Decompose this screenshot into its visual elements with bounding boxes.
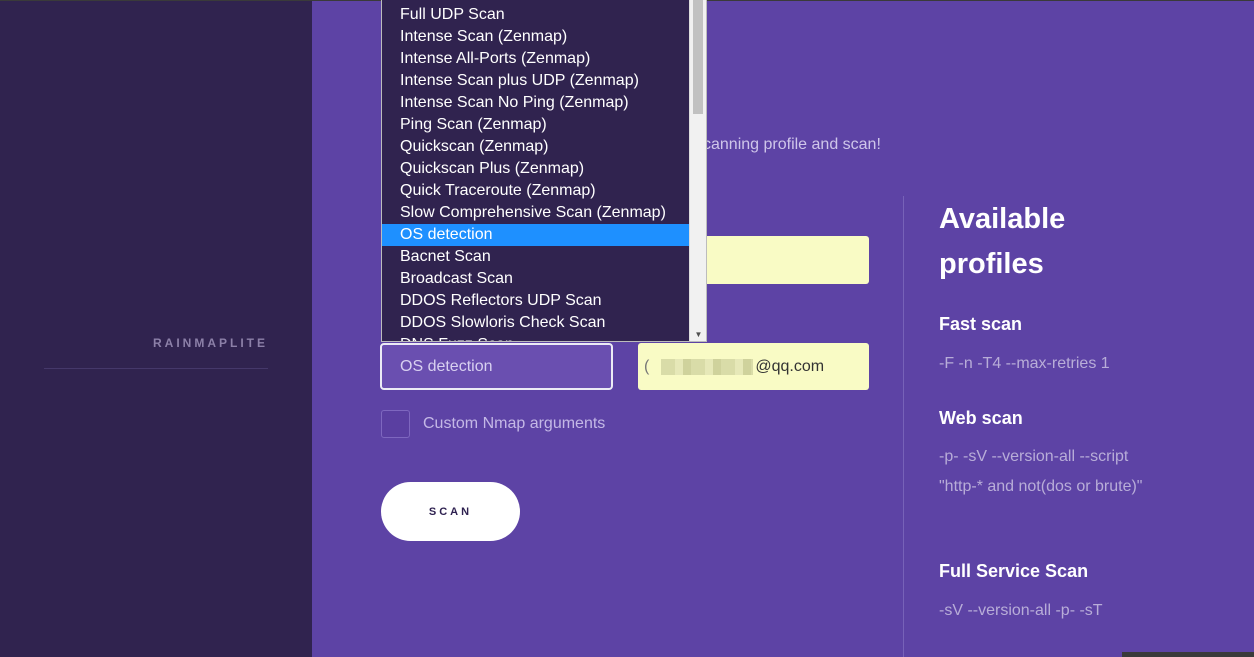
brand-logo-text[interactable]: RAINMAPLITE	[0, 336, 268, 350]
scroll-down-arrow-icon[interactable]: ▼	[690, 330, 706, 340]
targets-input[interactable]	[700, 236, 869, 284]
profile-args-fast: -F -n -T4 --max-retries 1	[939, 355, 1110, 372]
dropdown-option[interactable]: Intense Scan plus UDP (Zenmap)	[382, 70, 690, 92]
profile-args-full-service: -sV --version-all -p- -sT	[939, 602, 1103, 619]
sidebar-divider	[44, 368, 268, 369]
sidebar: RAINMAPLITE	[0, 0, 312, 657]
dropdown-option[interactable]: Quickscan Plus (Zenmap)	[382, 158, 690, 180]
scan-profile-select[interactable]: OS detection	[380, 343, 613, 390]
window-edge	[1122, 652, 1254, 657]
profile-args-web: -p- -sV --version-all --script "http-* a…	[939, 448, 1143, 495]
dropdown-option[interactable]: Intense All-Ports (Zenmap)	[382, 48, 690, 70]
dropdown-option[interactable]: Full UDP Scan	[382, 4, 690, 26]
dropdown-option[interactable]: Ping Scan (Zenmap)	[382, 114, 690, 136]
redacted-email-mask	[661, 358, 754, 375]
dropdown-option[interactable]: DDOS Reflectors UDP Scan	[382, 290, 690, 312]
custom-args-label[interactable]: Custom Nmap arguments	[423, 415, 605, 433]
profile-dropdown-list[interactable]: Full UDP Scan Intense Scan (Zenmap) Inte…	[381, 0, 707, 342]
dropdown-option[interactable]: Slow Comprehensive Scan (Zenmap)	[382, 202, 690, 224]
column-divider	[903, 196, 904, 657]
dropdown-option[interactable]: DNS Fuzz Scan	[382, 334, 690, 341]
dropdown-option[interactable]: Intense Scan No Ping (Zenmap)	[382, 92, 690, 114]
scan-button[interactable]: SCAN	[381, 482, 520, 541]
profile-name-fast: Fast scan	[939, 314, 1023, 334]
dropdown-option[interactable]: Broadcast Scan	[382, 268, 690, 290]
custom-args-checkbox[interactable]	[381, 410, 410, 438]
dropdown-option[interactable]: DDOS Slowloris Check Scan	[382, 312, 690, 334]
dropdown-scrollbar[interactable]: ▼	[689, 0, 706, 341]
dropdown-option[interactable]: Intense Scan (Zenmap)	[382, 26, 690, 48]
email-prefix: (	[644, 357, 650, 375]
dropdown-option-selected[interactable]: OS detection	[382, 224, 690, 246]
available-profiles-panel: Available profiles	[939, 197, 1239, 287]
profile-name-web: Web scan	[939, 408, 1023, 428]
dropdown-option[interactable]: Quickscan (Zenmap)	[382, 136, 690, 158]
profile-name-full-service: Full Service Scan	[939, 561, 1089, 581]
scrollbar-thumb[interactable]	[693, 0, 703, 114]
custom-args-row: Custom Nmap arguments	[381, 410, 605, 438]
dropdown-option[interactable]: Bacnet Scan	[382, 246, 690, 268]
email-field[interactable]: ( @qq.com	[638, 343, 869, 390]
page-subtitle: canning profile and scan!	[703, 136, 881, 153]
email-domain: @qq.com	[755, 357, 825, 375]
dropdown-option[interactable]: Quick Traceroute (Zenmap)	[382, 180, 690, 202]
profiles-heading: Available profiles	[939, 203, 1066, 280]
